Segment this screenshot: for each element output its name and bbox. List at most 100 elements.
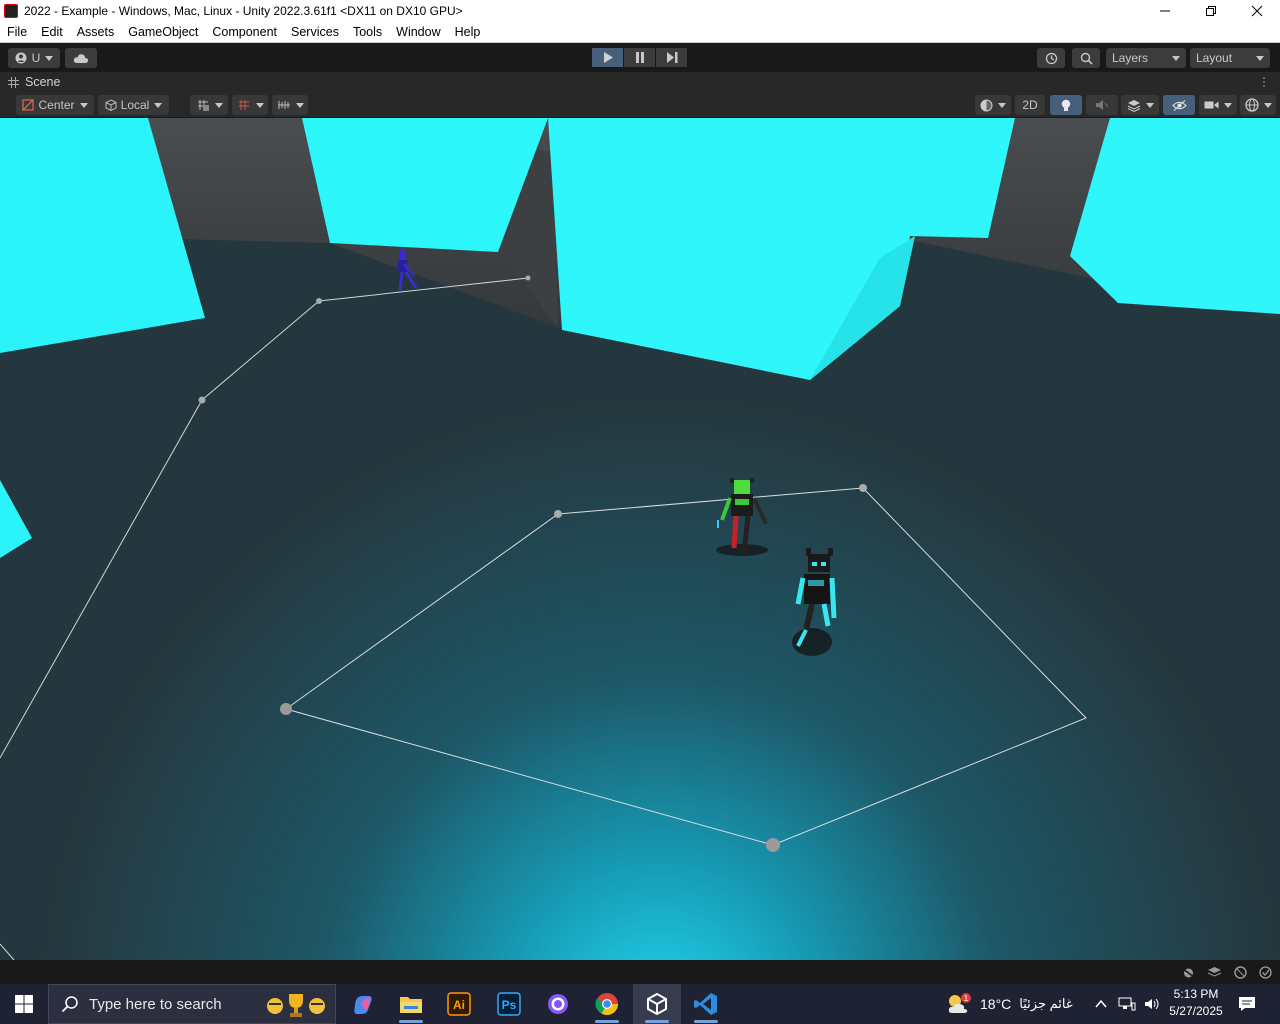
layers-stack-icon <box>1127 99 1140 112</box>
restore-button[interactable] <box>1188 0 1234 22</box>
pause-button[interactable] <box>624 48 655 67</box>
tab-scene[interactable]: Scene <box>8 75 60 89</box>
waypoint-node[interactable] <box>280 703 292 715</box>
chevron-down-icon <box>1263 102 1272 108</box>
lightbulb-icon <box>1061 99 1071 111</box>
pivot-center-dropdown[interactable]: Center <box>16 95 94 115</box>
minimize-button[interactable] <box>1142 0 1188 22</box>
menu-edit[interactable]: Edit <box>34 25 70 39</box>
search-button[interactable] <box>1072 48 1100 68</box>
account-dropdown[interactable]: U <box>8 48 60 68</box>
menu-help[interactable]: Help <box>448 25 488 39</box>
taskbar-search-box[interactable]: Type here to search <box>48 984 336 1024</box>
shaded-sphere-icon <box>980 99 993 111</box>
space-local-dropdown[interactable]: Local <box>98 95 169 115</box>
search-icon <box>61 996 78 1013</box>
progress-icon[interactable] <box>1233 965 1248 980</box>
cloud-icon <box>73 53 89 63</box>
menu-gameobject[interactable]: GameObject <box>121 25 205 39</box>
waypoint-node[interactable] <box>554 510 562 518</box>
taskbar-github-desktop[interactable] <box>534 984 582 1024</box>
play-button[interactable] <box>592 48 623 67</box>
view-2d-label: 2D <box>1022 98 1038 112</box>
view-2d-toggle[interactable]: 2D <box>1015 95 1045 115</box>
taskbar-vscode[interactable] <box>682 984 730 1024</box>
speaker-muted-icon <box>1096 100 1109 110</box>
notification-icon <box>1239 997 1255 1011</box>
waypoint-node[interactable] <box>198 396 206 404</box>
history-icon <box>1045 52 1057 64</box>
ruler-icon <box>277 101 290 109</box>
taskbar-unity[interactable] <box>633 984 681 1024</box>
shading-mode-dropdown[interactable] <box>975 95 1011 115</box>
menu-file[interactable]: File <box>0 25 34 39</box>
menu-tools[interactable]: Tools <box>346 25 389 39</box>
menu-window[interactable]: Window <box>389 25 447 39</box>
weather-alert-count: 1 <box>964 994 969 1003</box>
clock-date: 5/27/2025 <box>1169 1004 1223 1018</box>
menu-bar: File Edit Assets GameObject Component Se… <box>0 22 1280 43</box>
chevron-down-icon <box>998 102 1006 108</box>
scene-visibility-toggle[interactable] <box>1163 95 1195 115</box>
unity-app-icon <box>4 4 18 18</box>
chevron-down-icon <box>1172 55 1180 61</box>
taskbar-chrome[interactable] <box>583 984 631 1024</box>
window-title: 2022 - Example - Windows, Mac, Linux - U… <box>24 4 463 18</box>
vscode-icon <box>694 993 717 1015</box>
taskbar-illustrator[interactable]: Ai <box>435 984 483 1024</box>
notification-center-button[interactable] <box>1238 984 1256 1024</box>
grid-snapping-dropdown[interactable] <box>190 95 228 115</box>
lighting-toggle[interactable] <box>1050 95 1082 115</box>
waypoint-node[interactable] <box>525 275 531 281</box>
start-button[interactable] <box>0 984 48 1024</box>
taskbar-photoshop[interactable]: Ps <box>485 984 533 1024</box>
taskbar-clock[interactable]: 5:13 PM 5/27/2025 <box>1164 986 1228 1020</box>
pivot-icon <box>22 99 35 111</box>
camera-dropdown[interactable] <box>1199 95 1237 115</box>
clock-time: 5:13 PM <box>1173 987 1219 1001</box>
effects-dropdown[interactable] <box>1121 95 1159 115</box>
menu-assets[interactable]: Assets <box>70 25 122 39</box>
windows-taskbar: Type here to search Ai Ps 1 18°C غائم جز… <box>0 984 1280 1024</box>
scene-tab-bar: Scene ⋮ <box>0 72 1280 93</box>
layers-dropdown[interactable]: Layers <box>1106 48 1186 68</box>
chevron-up-icon[interactable] <box>1094 997 1108 1011</box>
ruler-dropdown[interactable] <box>272 95 308 115</box>
step-icon <box>666 52 677 63</box>
chevron-down-icon <box>214 102 223 108</box>
history-button[interactable] <box>1037 48 1065 68</box>
more-options-icon[interactable]: ⋮ <box>1258 75 1270 89</box>
close-button[interactable] <box>1234 0 1280 22</box>
scene-tab-label: Scene <box>25 75 61 89</box>
audio-toggle[interactable] <box>1086 95 1118 115</box>
layout-dropdown[interactable]: Layout <box>1190 48 1270 68</box>
network-icon[interactable] <box>1118 997 1136 1011</box>
weather-partly-cloudy-icon: 1 <box>948 993 971 1013</box>
menu-services[interactable]: Services <box>284 25 346 39</box>
waypoint-node[interactable] <box>316 298 322 304</box>
check-circle-icon[interactable] <box>1258 965 1273 980</box>
layout-label: Layout <box>1196 51 1233 65</box>
menu-component[interactable]: Component <box>205 25 284 39</box>
taskbar-file-explorer[interactable] <box>387 984 435 1024</box>
weather-widget[interactable]: 1 18°C غائم جزئيًا <box>946 984 1073 1024</box>
scene-viewport[interactable] <box>0 118 1280 960</box>
trophy-bees-icon <box>267 994 325 1017</box>
gizmos-dropdown[interactable] <box>1240 95 1276 115</box>
bug-icon[interactable] <box>1181 965 1196 980</box>
snap-increment-dropdown[interactable] <box>232 95 268 115</box>
volume-icon[interactable] <box>1144 997 1162 1011</box>
search-icon <box>1080 52 1093 65</box>
taskbar-copilot[interactable] <box>339 984 387 1024</box>
waypoint-node[interactable] <box>766 838 780 852</box>
close-icon <box>1251 5 1263 17</box>
waypoint-node[interactable] <box>859 484 867 492</box>
chevron-down-icon <box>45 55 54 61</box>
illustrator-label: Ai <box>453 998 465 1012</box>
cloud-button[interactable] <box>65 48 97 68</box>
layers-icon[interactable] <box>1207 965 1222 980</box>
step-button[interactable] <box>656 48 687 67</box>
unity-icon <box>647 993 667 1015</box>
restore-icon <box>1206 6 1216 16</box>
minimize-icon <box>1160 10 1170 12</box>
